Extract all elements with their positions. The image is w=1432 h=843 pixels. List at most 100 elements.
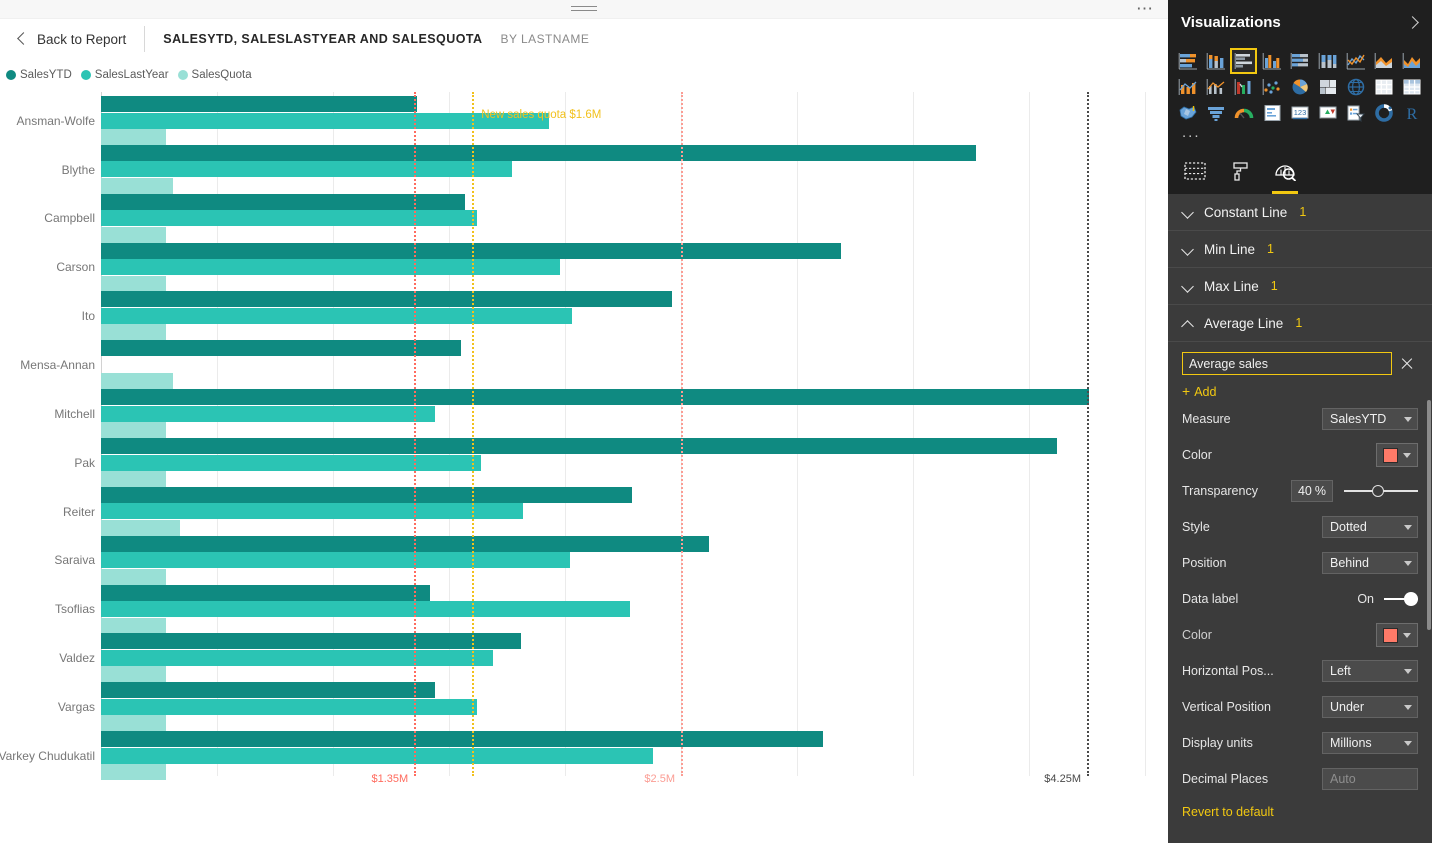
gallery-matrix-visual[interactable] <box>1371 74 1398 100</box>
bar-salesquota[interactable] <box>101 373 173 390</box>
gallery-clustered-bar-chart[interactable] <box>1230 48 1258 74</box>
slider-knob[interactable] <box>1372 485 1384 497</box>
revert-to-default-button[interactable]: Revert to default <box>1168 797 1432 819</box>
section-min-line[interactable]: Min Line 1 <box>1168 231 1432 268</box>
data-label-toggle[interactable] <box>1384 592 1418 606</box>
legend-item-salesquota[interactable]: SalesQuota <box>177 69 252 81</box>
bar-salesytd[interactable] <box>101 584 431 601</box>
bar-salesytd[interactable] <box>101 242 842 259</box>
bar-saleslastyear[interactable] <box>101 161 512 178</box>
bar-saleslastyear[interactable] <box>101 552 570 569</box>
gallery-line-and-stacked-column-chart[interactable] <box>1174 74 1201 100</box>
bar-saleslastyear[interactable] <box>101 649 494 666</box>
gallery-ribbon-chart[interactable] <box>1230 74 1257 100</box>
gallery-kpi-visual[interactable] <box>1315 100 1342 126</box>
vertical-position-dropdown[interactable]: Under <box>1322 696 1418 718</box>
measure-dropdown[interactable]: SalesYTD <box>1322 408 1418 430</box>
gallery-table-visual[interactable] <box>1399 74 1426 100</box>
fields-tab[interactable] <box>1182 150 1208 194</box>
close-icon[interactable] <box>1400 357 1414 371</box>
bar-salesquota[interactable] <box>101 422 166 439</box>
gallery-more-button[interactable]: ... <box>1174 125 1426 142</box>
bar-salesytd[interactable] <box>101 389 1090 406</box>
gallery-treemap-chart[interactable] <box>1315 74 1342 100</box>
bar-salesytd[interactable] <box>101 96 417 112</box>
bar-salesytd[interactable] <box>101 682 436 699</box>
bar-saleslastyear[interactable] <box>101 454 482 471</box>
bar-salesytd[interactable] <box>101 438 1057 454</box>
bar-salesquota[interactable] <box>101 617 166 634</box>
gallery-stacked-column-chart[interactable] <box>1202 48 1229 74</box>
add-average-line-button[interactable]: + Add <box>1182 383 1216 399</box>
gallery-line-chart[interactable] <box>1343 48 1370 74</box>
gallery-slicer-visual[interactable] <box>1343 100 1370 126</box>
bar-salesquota[interactable] <box>101 129 166 145</box>
transparency-value: 40 <box>1297 484 1312 498</box>
gallery-scatter-chart[interactable] <box>1258 74 1285 100</box>
bar-saleslastyear[interactable] <box>101 747 654 764</box>
display-units-dropdown[interactable]: Millions <box>1322 732 1418 754</box>
bar-salesquota[interactable] <box>101 666 166 683</box>
bar-saleslastyear[interactable] <box>101 698 477 715</box>
gallery-area-chart[interactable] <box>1371 48 1398 74</box>
section-average-line[interactable]: Average Line 1 <box>1168 305 1432 342</box>
gallery-card-visual[interactable] <box>1258 100 1285 126</box>
label-color-picker[interactable] <box>1376 623 1418 647</box>
gallery-gauge-chart[interactable] <box>1230 100 1257 126</box>
bar-saleslastyear[interactable] <box>101 601 630 618</box>
gallery-pie-chart[interactable] <box>1286 74 1313 100</box>
horizontal-position-dropdown[interactable]: Left <box>1322 660 1418 682</box>
pane-scrollbar[interactable] <box>1427 400 1431 630</box>
gallery-filled-map-chart[interactable] <box>1174 100 1201 126</box>
section-count: 1 <box>1270 279 1278 293</box>
gallery-funnel-chart[interactable] <box>1202 100 1229 126</box>
average-line-name-input[interactable] <box>1182 352 1392 375</box>
bar-salesytd[interactable] <box>101 340 461 357</box>
section-max-line[interactable]: Max Line 1 <box>1168 268 1432 305</box>
line-color-picker[interactable] <box>1376 443 1418 467</box>
decimal-places-input[interactable]: Auto <box>1322 768 1418 790</box>
bar-salesquota[interactable] <box>101 471 166 487</box>
position-dropdown[interactable]: Behind <box>1322 552 1418 574</box>
reference-line-min-line <box>414 92 417 776</box>
bar-saleslastyear[interactable] <box>101 259 561 276</box>
gallery-r-script-visual[interactable]: R <box>1399 100 1426 126</box>
gallery-map-chart[interactable] <box>1343 74 1370 100</box>
bar-salesquota[interactable] <box>101 275 166 292</box>
gallery-hundred-percent-stacked-bar-chart[interactable] <box>1286 48 1313 74</box>
bar-salesquota[interactable] <box>101 519 180 536</box>
gallery-line-and-clustered-column-chart[interactable] <box>1202 74 1229 100</box>
ellipsis-icon[interactable]: ⋯ <box>1136 0 1154 17</box>
bar-salesquota[interactable] <box>101 568 166 585</box>
gallery-multi-row-card-visual[interactable]: 123 <box>1286 100 1313 126</box>
bar-saleslastyear[interactable] <box>101 503 524 520</box>
chevron-right-icon[interactable] <box>1405 15 1419 29</box>
bar-salesquota[interactable] <box>101 764 166 781</box>
gallery-stacked-area-chart[interactable] <box>1399 48 1426 74</box>
format-tab[interactable] <box>1228 150 1252 194</box>
bar-salesquota[interactable] <box>101 177 173 194</box>
bar-salesytd[interactable] <box>101 731 823 748</box>
bar-saleslastyear[interactable] <box>101 405 436 422</box>
bar-salesquota[interactable] <box>101 324 166 341</box>
drag-handle-icon[interactable] <box>571 6 597 13</box>
gallery-hundred-percent-stacked-column-chart[interactable] <box>1315 48 1342 74</box>
bar-salesquota[interactable] <box>101 715 166 732</box>
bar-salesytd[interactable] <box>101 535 709 552</box>
bar-salesytd[interactable] <box>101 291 672 308</box>
bar-saleslastyear[interactable] <box>101 307 572 324</box>
section-constant-line[interactable]: Constant Line 1 <box>1168 194 1432 231</box>
bar-salesytd[interactable] <box>101 144 976 161</box>
bar-salesytd[interactable] <box>101 193 466 210</box>
gallery-stacked-bar-chart[interactable] <box>1174 48 1201 74</box>
bar-salesytd[interactable] <box>101 633 521 650</box>
bar-salesytd[interactable] <box>101 486 633 503</box>
gallery-clustered-column-chart[interactable] <box>1258 48 1285 74</box>
gallery-donut-chart[interactable] <box>1371 100 1398 126</box>
transparency-input[interactable]: 40 % <box>1291 480 1333 502</box>
transparency-slider[interactable] <box>1344 484 1418 498</box>
style-dropdown[interactable]: Dotted <box>1322 516 1418 538</box>
bar-saleslastyear[interactable] <box>101 210 477 227</box>
analytics-tab[interactable] <box>1272 150 1298 194</box>
bar-salesquota[interactable] <box>101 226 166 243</box>
